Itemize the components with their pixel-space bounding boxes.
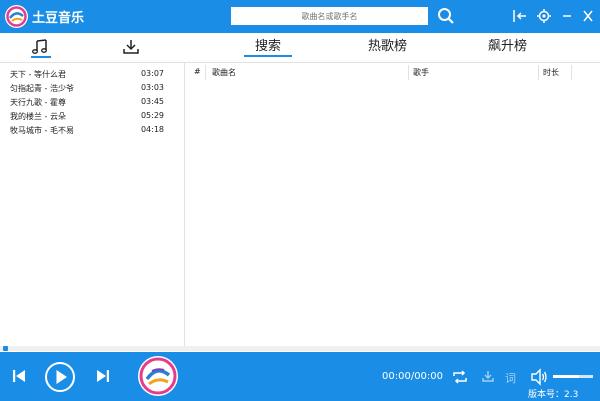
download-song-icon[interactable] [481,369,495,386]
playlist: 天下 - 等什么君 03:07 匀指起青 - 浩少爷 03:03 天行九歌 - … [0,67,184,137]
side-tab-indicator [31,56,51,58]
song-duration: 04:18 [140,125,164,134]
play-button[interactable] [44,361,76,396]
app-logo [5,5,28,28]
next-icon[interactable] [95,368,111,387]
search-input[interactable] [231,7,428,25]
song-duration: 03:07 [140,69,164,78]
search-icon[interactable] [437,7,455,25]
app-title: 土豆音乐 [32,11,85,26]
tabs-row: 搜索 热歌榜 飙升榜 [0,33,600,61]
list-item[interactable]: 匀指起青 - 浩少爷 03:03 [0,81,184,95]
tab-search[interactable]: 搜索 [255,35,281,54]
column-header-index[interactable]: # [194,67,201,76]
tab-hot-songs[interactable]: 热歌榜 [368,35,407,54]
song-title: 我的楼兰 - 云朵 [10,112,66,121]
lyrics-toggle[interactable]: 词 [505,370,516,386]
loop-icon[interactable] [452,369,468,388]
column-divider [538,65,539,80]
column-divider [408,65,409,80]
column-header-song[interactable]: 歌曲名 [212,67,236,78]
main-tab-indicator [244,55,292,57]
tab-rising-songs[interactable]: 飙升榜 [488,35,527,54]
song-title: 牧马城市 - 毛不易 [10,126,74,135]
minimize-icon[interactable] [559,8,575,24]
progress-bar[interactable] [0,346,600,351]
player-bar: 00:00/00:00 词 [0,352,600,401]
column-header-artist[interactable]: 歌手 [413,67,429,78]
progress-handle[interactable] [3,346,8,351]
time-display: 00:00/00:00 [382,371,444,382]
song-title: 天行九歌 - 霍尊 [10,98,66,107]
list-item[interactable]: 牧马城市 - 毛不易 04:18 [0,123,184,137]
music-note-icon[interactable] [31,37,51,57]
settings-gear-icon[interactable] [536,8,552,24]
volume-icon[interactable] [530,368,548,389]
version-label: 版本号：2.3 [528,390,579,400]
column-divider [571,65,572,80]
list-item[interactable]: 天行九歌 - 霍尊 03:45 [0,95,184,109]
mini-mode-icon[interactable] [512,8,528,24]
panel-divider [184,62,185,346]
column-divider [205,65,206,80]
song-duration: 05:29 [140,111,164,120]
results-table-header: # 歌曲名 歌手 时长 [185,63,600,81]
album-art[interactable] [138,356,178,396]
song-duration: 03:03 [140,83,164,92]
song-duration: 03:45 [140,97,164,106]
download-icon[interactable] [121,37,141,57]
title-bar: 土豆音乐 [0,0,600,33]
close-icon[interactable] [580,8,596,24]
volume-level [553,375,579,378]
list-item[interactable]: 天下 - 等什么君 03:07 [0,67,184,81]
song-title: 匀指起青 - 浩少爷 [10,84,74,93]
previous-icon[interactable] [11,368,27,387]
column-header-duration[interactable]: 时长 [543,67,559,78]
list-item[interactable]: 我的楼兰 - 云朵 05:29 [0,109,184,123]
song-title: 天下 - 等什么君 [10,70,66,79]
